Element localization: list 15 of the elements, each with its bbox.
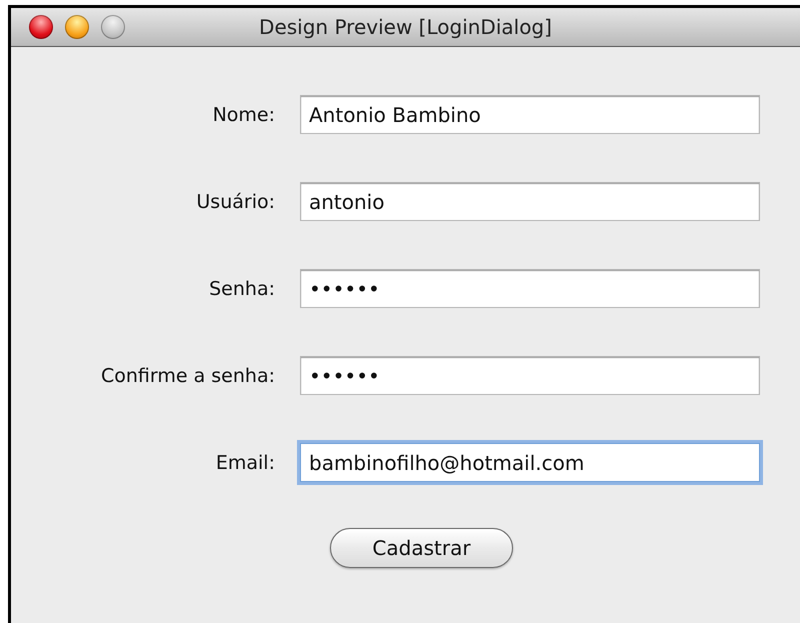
input-field[interactable]: bambinofilho@hotmail.com [300,443,760,482]
minimize-window-button[interactable] [65,15,89,39]
input-field[interactable]: Antonio Bambino [300,95,760,134]
zoom-window-button[interactable] [101,15,125,39]
field-label: Nome: [212,104,275,126]
input-field[interactable]: •••••• [300,269,760,308]
field-label: Email: [216,452,275,474]
register-button[interactable]: Cadastrar [330,528,513,568]
window-title: Design Preview [LoginDialog] [259,15,552,39]
close-window-button[interactable] [29,15,53,39]
field-label: Senha: [209,278,275,300]
field-label: Usuário: [196,190,275,212]
input-field[interactable]: •••••• [300,356,760,395]
field-label: Confirme a senha: [100,364,275,386]
input-field[interactable]: antonio [300,182,760,221]
